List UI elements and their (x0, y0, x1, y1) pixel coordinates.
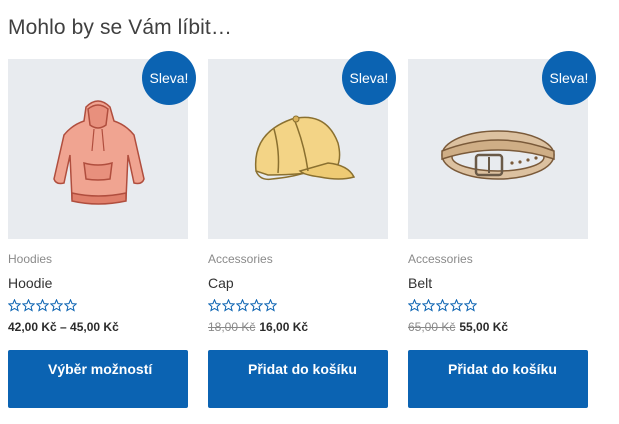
product-image[interactable]: Sleva! (8, 51, 196, 239)
sale-badge: Sleva! (342, 51, 396, 105)
product-price: 18,00 Kč 16,00 Kč (208, 320, 308, 334)
star-icon (22, 299, 35, 312)
price-current: 42,00 Kč – 45,00 Kč (8, 320, 119, 334)
star-icon (8, 299, 21, 312)
add-to-cart-button[interactable]: Přidat do košíku (408, 350, 588, 408)
product-price: 42,00 Kč – 45,00 Kč (8, 320, 119, 334)
product-category: Accessories (208, 252, 273, 266)
price-current: 55,00 Kč (459, 320, 509, 334)
price-current: 16,00 Kč (259, 320, 309, 334)
star-icon (208, 299, 221, 312)
add-to-cart-button[interactable]: Přidat do košíku (208, 350, 388, 408)
button-label: Přidat do košíku (248, 361, 357, 377)
product-card: Sleva! Hoodies Hoodie 42,00 Kč – 45,00 K… (8, 51, 196, 408)
product-title[interactable]: Cap (208, 275, 234, 291)
product-category: Accessories (408, 252, 473, 266)
product-category: Hoodies (8, 252, 53, 266)
star-icon (236, 299, 249, 312)
price-old: 65,00 Kč (408, 320, 456, 334)
star-icon (222, 299, 235, 312)
sale-badge: Sleva! (542, 51, 596, 105)
product-card: Sleva! Accessories Cap 18,00 Kč 16,00 Kč … (208, 51, 396, 408)
product-card: Sleva! Accessories Belt 65,00 Kč 55,00 Kč… (408, 51, 596, 408)
price-old: 18,00 Kč (208, 320, 256, 334)
star-icon (50, 299, 63, 312)
star-icon (450, 299, 463, 312)
star-icon (464, 299, 477, 312)
section-heading: Mohlo by se Vám líbit… (8, 16, 232, 39)
rating-stars (8, 299, 77, 312)
product-title[interactable]: Belt (408, 275, 432, 291)
star-icon (250, 299, 263, 312)
rating-stars (208, 299, 277, 312)
button-label: Výběr možností (48, 361, 153, 377)
product-image[interactable]: Sleva! (408, 51, 596, 239)
star-icon (64, 299, 77, 312)
button-label: Přidat do košíku (448, 361, 557, 377)
select-options-button[interactable]: Výběr možností (8, 350, 188, 408)
star-icon (422, 299, 435, 312)
product-price: 65,00 Kč 55,00 Kč (408, 320, 508, 334)
sale-badge: Sleva! (142, 51, 196, 105)
rating-stars (408, 299, 477, 312)
product-title[interactable]: Hoodie (8, 275, 52, 291)
star-icon (436, 299, 449, 312)
star-icon (408, 299, 421, 312)
star-icon (264, 299, 277, 312)
product-image[interactable]: Sleva! (208, 51, 396, 239)
star-icon (36, 299, 49, 312)
